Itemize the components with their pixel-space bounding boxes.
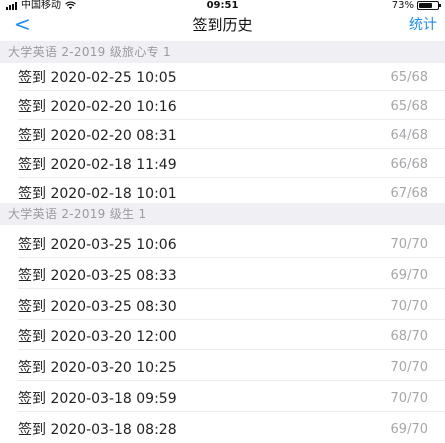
row-divider	[18, 287, 445, 289]
check-in-label: 签到 2020-03-20 10:25	[18, 360, 177, 377]
battery-percent: 73%	[391, 0, 414, 11]
check-in-label: 签到 2020-03-25 08:30	[18, 298, 177, 315]
row-divider	[18, 177, 445, 178]
battery-icon	[417, 1, 441, 10]
row-divider	[18, 119, 445, 120]
check-in-label: 签到 2020-02-20 10:16	[18, 99, 177, 115]
check-in-label: 签到 2020-02-20 08:31	[18, 128, 177, 144]
page-title: 签到历史	[192, 16, 253, 34]
check-in-label: 签到 2020-03-20 12:00	[18, 329, 177, 346]
status-right: 73%	[391, 0, 441, 11]
check-in-label: 签到 2020-03-18 08:28	[18, 421, 177, 438]
check-in-label: 签到 2020-03-25 10:06	[18, 237, 177, 253]
row-divider	[18, 90, 445, 91]
list-item[interactable]: 签到 2020-02-20 08:31 64/68	[0, 123, 445, 149]
section-header: 大学英语 2-2019 级生 1	[0, 203, 445, 225]
row-divider	[18, 318, 445, 320]
list-item[interactable]: 签到 2020-02-25 10:05 65/68	[0, 65, 445, 91]
attendance-count: 70/70	[390, 298, 428, 314]
status-bar: 中国移动 09:51 73%	[0, 0, 445, 11]
attendance-count: 70/70	[390, 360, 428, 376]
row-divider	[18, 411, 445, 412]
status-time: 09:51	[206, 0, 239, 11]
list-item[interactable]: 签到 2020-03-20 12:00 68/70	[0, 324, 445, 351]
attendance-count: 64/68	[390, 128, 428, 143]
attendance-count: 66/68	[390, 157, 428, 172]
check-in-label: 签到 2020-03-25 08:33	[18, 267, 177, 284]
row-divider	[18, 380, 445, 382]
navigation-bar: < 签到历史 统计	[0, 11, 445, 41]
list-item[interactable]: 签到 2020-03-25 10:06 70/70	[0, 232, 445, 258]
attendance-count: 68/70	[390, 329, 428, 345]
attendance-count: 70/70	[390, 237, 428, 252]
statistics-button[interactable]: 统计	[409, 15, 437, 35]
list-item[interactable]: 签到 2020-02-18 11:49 66/68	[0, 152, 445, 178]
list-item[interactable]: 签到 2020-03-25 08:30 70/70	[0, 293, 445, 320]
battery-fill	[419, 3, 433, 8]
check-in-label: 签到 2020-03-18 09:59	[18, 391, 177, 407]
check-in-label: 签到 2020-02-25 10:05	[18, 70, 177, 86]
attendance-count: 69/70	[390, 267, 428, 283]
section-header: 大学英语 2-2019 级旅心专 1	[0, 41, 445, 63]
attendance-count: 65/68	[390, 99, 428, 114]
list-item[interactable]: 签到 2020-03-20 10:25 70/70	[0, 355, 445, 382]
row-divider	[18, 257, 445, 258]
check-in-label: 签到 2020-02-18 11:49	[18, 157, 177, 173]
list-item[interactable]: 签到 2020-03-18 09:59 70/70	[0, 386, 445, 412]
list-item[interactable]: 签到 2020-02-20 10:16 65/68	[0, 94, 445, 120]
row-divider	[18, 349, 445, 351]
list-item[interactable]: 签到 2020-03-25 08:33 69/70	[0, 262, 445, 289]
row-divider	[18, 148, 445, 149]
attendance-count: 65/68	[390, 70, 428, 85]
list-item[interactable]: 签到 2020-03-18 08:28 69/70	[0, 416, 445, 443]
attendance-count: 70/70	[390, 391, 428, 406]
attendance-count: 69/70	[390, 421, 428, 437]
